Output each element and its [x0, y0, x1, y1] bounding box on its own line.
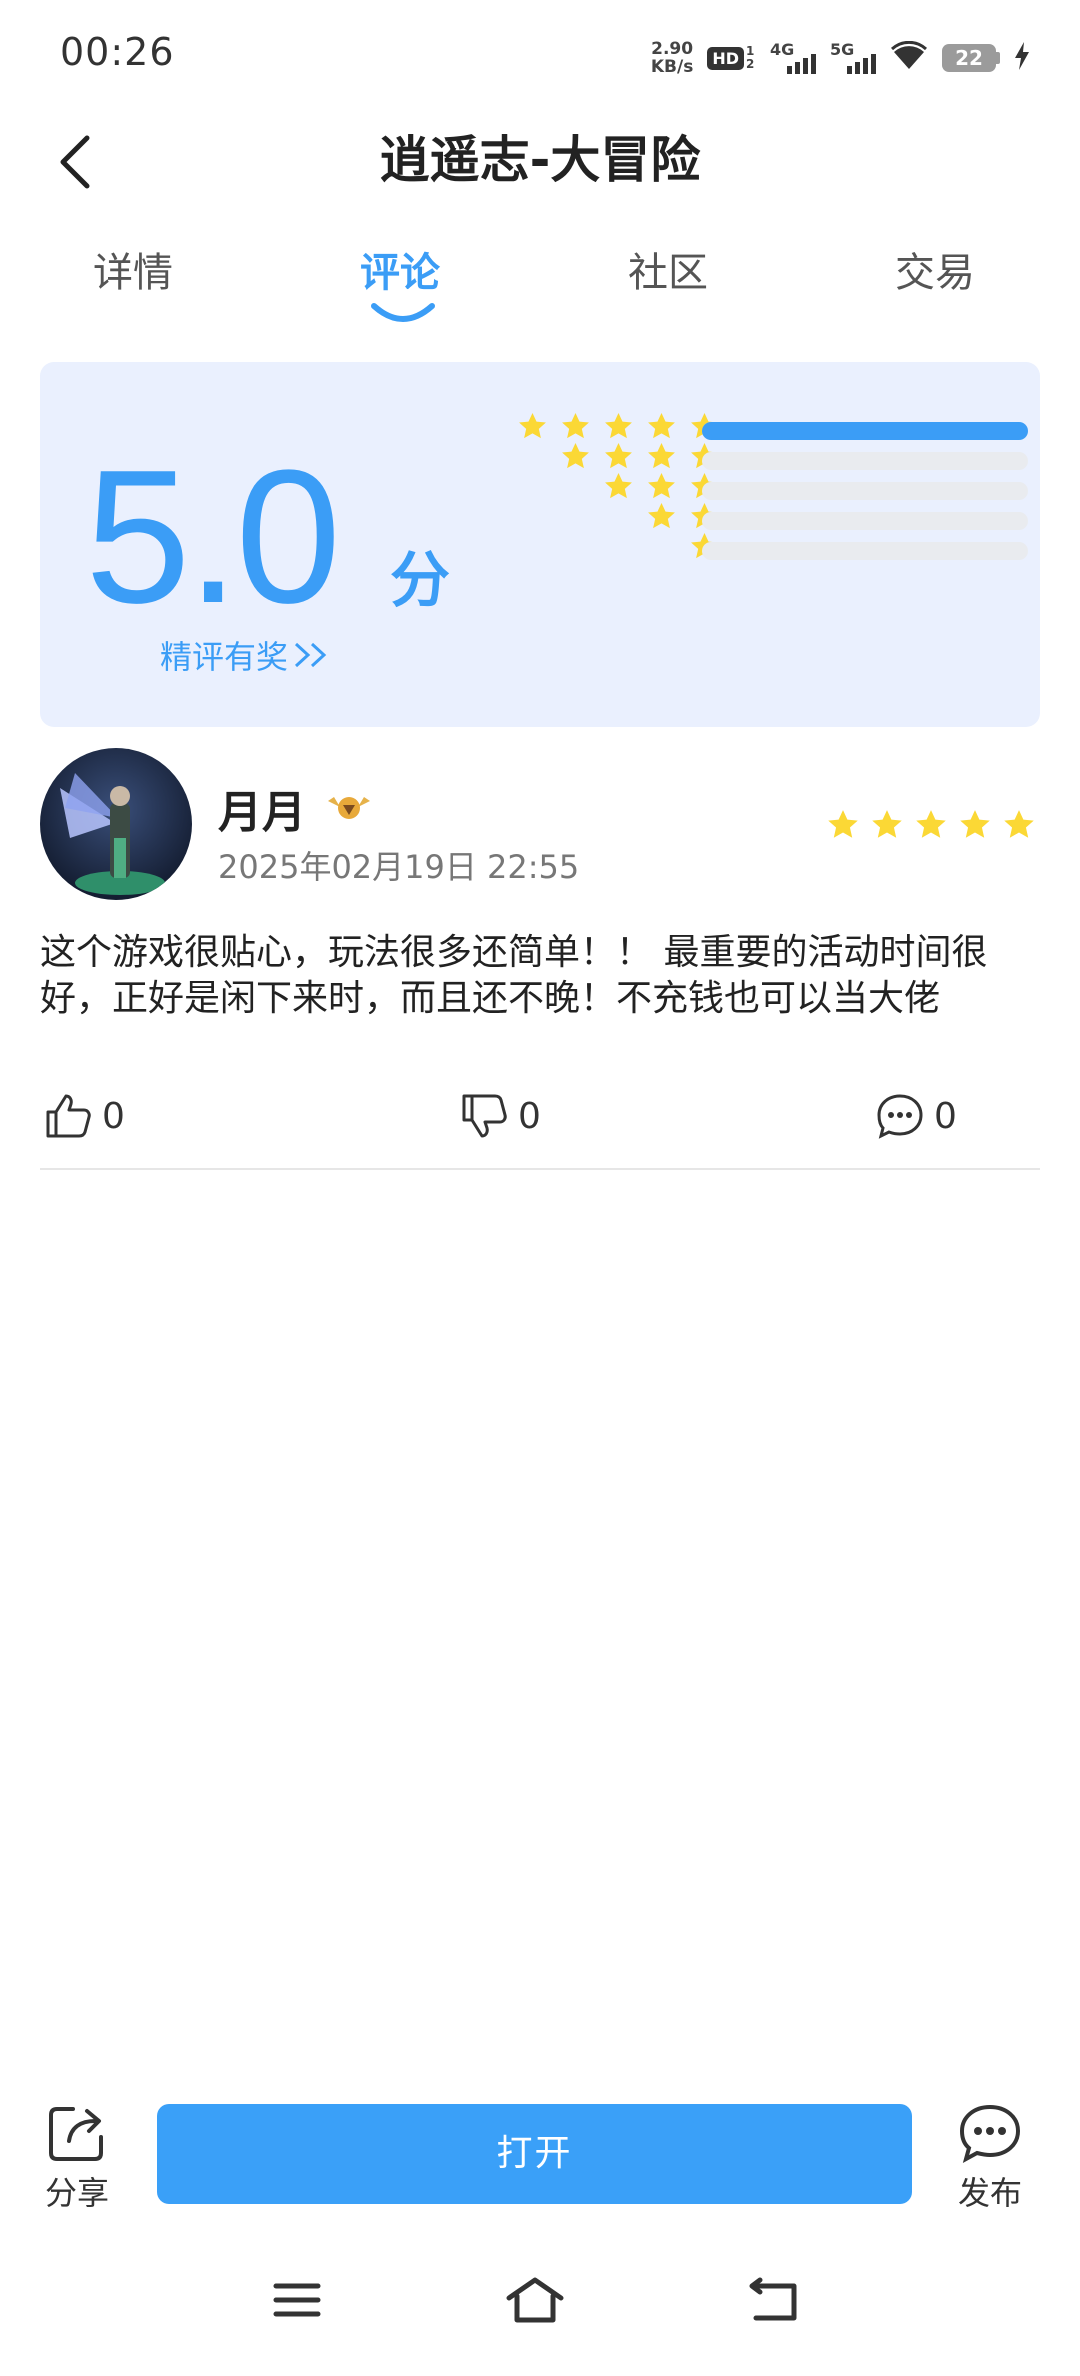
rating-summary-card: 5.0 分 精评有奖: [40, 362, 1040, 727]
signal-4g-icon: 4G: [770, 40, 816, 76]
page-title: 逍遥志-大冒险: [379, 131, 701, 189]
home-icon: [506, 2277, 564, 2323]
status-bar: 00:26 2.90 KB/s HD 1 2 4G 5G 22: [0, 0, 1080, 110]
top-app-bar: 逍遥志-大冒险: [0, 110, 1080, 210]
system-nav-bar: [0, 2240, 1080, 2376]
dislike-button[interactable]: 0: [460, 1092, 541, 1140]
network-speed: 2.90 KB/s: [650, 39, 694, 77]
tab-trade[interactable]: 交易: [835, 240, 1035, 298]
charging-icon: [1014, 42, 1030, 74]
average-score: 5.0 分: [85, 442, 450, 632]
publish-button[interactable]: 发布: [935, 2098, 1045, 2214]
avatar[interactable]: [40, 748, 192, 900]
recent-apps-button[interactable]: [257, 2270, 337, 2330]
hd-icon: HD 1 2: [707, 45, 756, 71]
tab-reviews[interactable]: 评论: [300, 240, 500, 322]
review-actions: 0 0 0: [40, 1092, 1040, 1152]
star-icon: [828, 810, 858, 838]
double-chevron-right-icon: [295, 642, 327, 668]
bottom-action-bar: 分享 打开 发布: [0, 2080, 1080, 2230]
wifi-icon: [890, 40, 928, 75]
comment-button[interactable]: 0: [876, 1092, 957, 1140]
share-icon: [49, 2107, 103, 2161]
user-name[interactable]: 月月: [218, 776, 372, 840]
like-button[interactable]: 0: [44, 1092, 125, 1140]
signal-5g-icon: 5G: [830, 40, 876, 76]
return-icon: [749, 2277, 797, 2321]
open-button[interactable]: 打开: [157, 2104, 912, 2204]
chat-bubble-icon: [959, 2104, 1021, 2164]
status-time: 00:26: [60, 30, 175, 74]
star-icon: [916, 810, 946, 838]
badge-icon: [328, 797, 370, 819]
tab-bar: 详情 评论 社区 交易: [0, 240, 1080, 340]
comment-bubble-icon: [877, 1094, 923, 1139]
thumbs-down-icon: [462, 1094, 507, 1138]
divider: [40, 1168, 1040, 1170]
status-icons: 2.90 KB/s HD 1 2 4G 5G 22: [651, 38, 1030, 78]
home-button[interactable]: [495, 2270, 575, 2330]
star-icon: [872, 810, 902, 838]
share-button[interactable]: 分享: [22, 2098, 132, 2214]
active-tab-indicator: [371, 303, 435, 322]
battery-icon: 22: [942, 44, 1000, 72]
rating-row-1-stars: [440, 527, 1030, 567]
menu-icon: [273, 2283, 321, 2317]
rating-bar: [702, 542, 1028, 560]
star-icon: [1004, 810, 1034, 838]
star-icon: [960, 810, 990, 838]
review-date: 2025年02月19日 22:55: [218, 848, 580, 886]
review-reward-link[interactable]: 精评有奖: [160, 632, 332, 678]
thumbs-up-icon: [46, 1094, 91, 1138]
tab-community[interactable]: 社区: [568, 240, 768, 298]
tab-details[interactable]: 详情: [33, 240, 233, 298]
review-stars: [826, 808, 1036, 842]
score-value: 5.0: [85, 431, 341, 643]
system-back-button[interactable]: [734, 2270, 814, 2330]
review-text: 这个游戏很贴心，玩法很多还简单！！ 最重要的活动时间很好，正好是闲下来时，而且还…: [40, 932, 988, 1019]
